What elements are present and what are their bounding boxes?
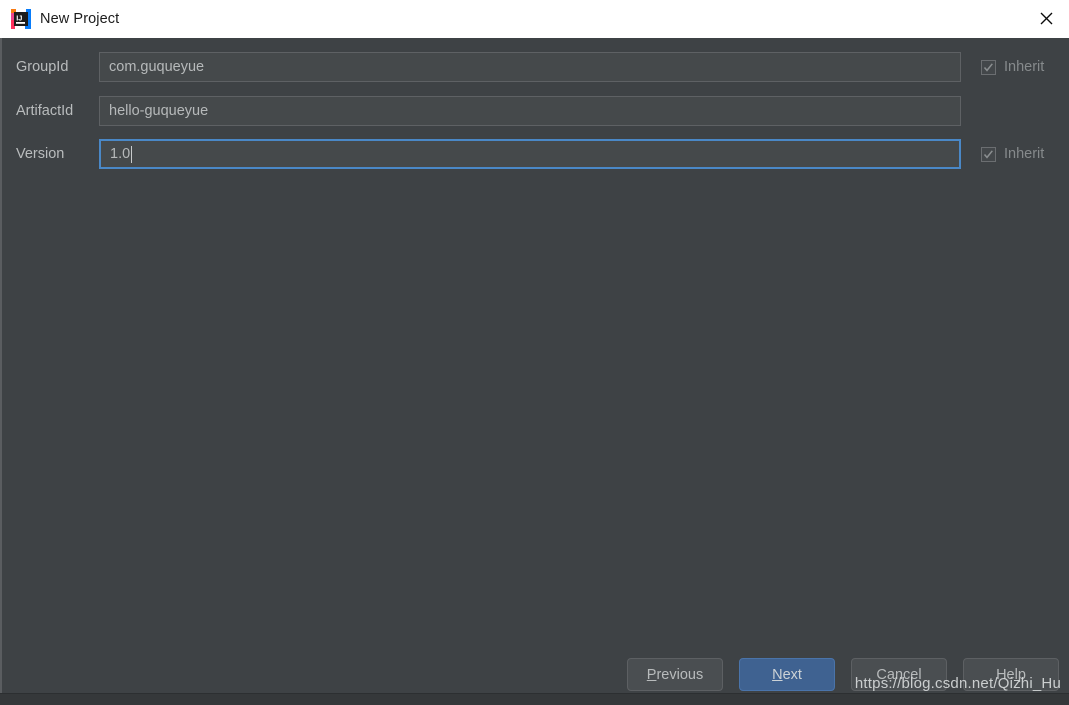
svg-text:IJ: IJ [16, 14, 22, 23]
dialog-button-bar: Previous Next Cancel Help [2, 658, 1069, 693]
close-icon[interactable] [1023, 0, 1069, 37]
next-button[interactable]: Next [739, 658, 835, 691]
form-row-artifactid: ArtifactId hello-guqueyue [2, 96, 1069, 126]
previous-button[interactable]: Previous [627, 658, 723, 691]
form-row-version: Version 1.0 Inherit [2, 139, 1069, 169]
groupid-inherit-label: Inherit [1004, 59, 1045, 75]
version-label: Version [16, 146, 65, 162]
version-input[interactable]: 1.0 [99, 139, 961, 169]
form-row-groupid: GroupId com.guqueyue Inherit [2, 52, 1069, 82]
version-inherit-label: Inherit [1004, 146, 1045, 162]
intellij-idea-logo-icon: IJ [11, 9, 31, 29]
next-button-label: ext [782, 666, 802, 683]
dialog-titlebar: IJ New Project [0, 0, 1069, 39]
dialog-title: New Project [40, 11, 120, 27]
artifactid-input[interactable]: hello-guqueyue [99, 96, 961, 126]
groupid-input[interactable]: com.guqueyue [99, 52, 961, 82]
help-button[interactable]: Help [963, 658, 1059, 691]
groupid-inherit-checkbox[interactable] [981, 59, 996, 75]
dialog-body: GroupId com.guqueyue Inherit ArtifactId … [0, 38, 1069, 693]
cancel-button[interactable]: Cancel [851, 658, 947, 691]
groupid-label: GroupId [16, 59, 69, 75]
artifactid-label: ArtifactId [16, 103, 74, 119]
text-caret [131, 145, 133, 163]
version-inherit-group[interactable]: Inherit [981, 146, 1044, 162]
version-input-value: 1.0 [110, 146, 131, 162]
groupid-inherit-group[interactable]: Inherit [981, 59, 1044, 75]
previous-button-mnemonic: P [646, 666, 657, 683]
previous-button-label: revious [656, 666, 704, 683]
version-inherit-checkbox[interactable] [981, 146, 996, 162]
background-window-strip [0, 693, 1069, 705]
next-button-mnemonic: N [772, 666, 783, 683]
new-project-dialog: IJ New Project GroupId com.guqueyue Inhe… [0, 0, 1069, 705]
